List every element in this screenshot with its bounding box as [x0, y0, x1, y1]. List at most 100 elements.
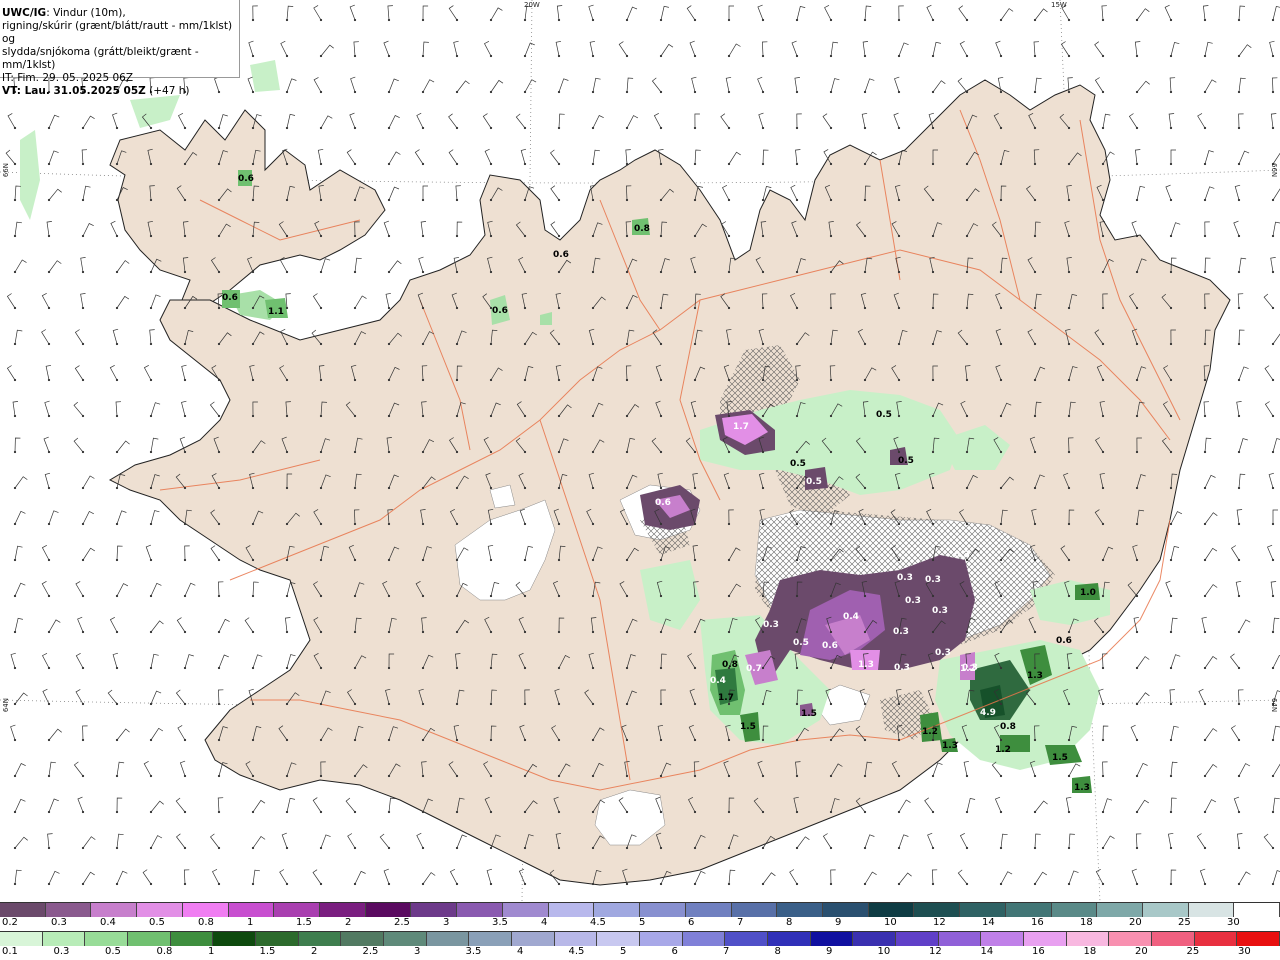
colorbar-label: 8 — [774, 946, 781, 957]
wind-barb-station — [591, 234, 595, 238]
wind-barb-station — [387, 234, 391, 238]
wind-barb-station — [149, 846, 153, 850]
wind-barb-station — [591, 630, 595, 634]
wind-barb-station — [455, 414, 459, 418]
wind-barb-station — [1203, 198, 1207, 202]
wind-barb-station — [319, 90, 323, 94]
colorbar-swatch — [810, 932, 854, 946]
wind-barb-station — [829, 738, 833, 742]
wind-barb-station — [353, 486, 357, 490]
wind-barb-station — [965, 342, 969, 346]
wind-barb-station — [1237, 270, 1241, 274]
wind-barb-station — [1067, 306, 1071, 310]
wind-barb-station — [115, 522, 119, 526]
wind-barb-station — [115, 414, 119, 418]
precip-value-label: 1.2 — [922, 727, 938, 737]
wind-barb-station — [659, 810, 663, 814]
wind-barb-station — [285, 846, 289, 850]
colorbar-label: 25 — [1186, 946, 1200, 957]
wind-barb-station — [183, 594, 187, 598]
wind-barb-station — [1033, 198, 1037, 202]
wind-barb-station — [795, 342, 799, 346]
wind-barb-station — [625, 18, 629, 22]
wind-barb-station — [1237, 162, 1241, 166]
wind-barb-station — [897, 162, 901, 166]
wind-barb-station — [285, 198, 289, 202]
wind-barb-station — [421, 558, 425, 562]
wind-barb-station — [693, 18, 697, 22]
wind-barb-station — [1271, 198, 1275, 202]
wind-barb-station — [829, 378, 833, 382]
wind-barb-station — [421, 738, 425, 742]
colorbar-label: 5 — [620, 946, 627, 957]
wind-barb-station — [421, 774, 425, 778]
wind-barb-station — [217, 306, 221, 310]
wind-barb-station — [931, 486, 935, 490]
wind-barb-station — [353, 18, 357, 22]
wind-barb-station — [319, 162, 323, 166]
wind-barb-station — [591, 414, 595, 418]
wind-barb-station — [659, 90, 663, 94]
colorbar-label: 4 — [541, 917, 548, 928]
wind-barb-station — [1135, 18, 1139, 22]
colorbar-swatch — [85, 932, 129, 946]
wind-barb-station — [387, 162, 391, 166]
wind-barb-station — [387, 630, 391, 634]
wind-barb-station — [353, 126, 357, 130]
wind-barb-station — [625, 306, 629, 310]
colorbar-swatch — [853, 932, 897, 946]
forecast-offset: (+47 h) — [149, 85, 190, 97]
colorbar-swatch — [1234, 903, 1280, 917]
wind-barb-station — [455, 198, 459, 202]
wind-barb-station — [625, 126, 629, 130]
wind-barb-station — [897, 270, 901, 274]
wind-barb-station — [319, 702, 323, 706]
wind-barb-station — [727, 162, 731, 166]
precip-value-label: 0.3 — [897, 573, 913, 583]
wind-barb-station — [693, 666, 697, 670]
wind-barb-station — [319, 54, 323, 58]
wind-barb-station — [13, 378, 17, 382]
wind-barb-station — [1067, 450, 1071, 454]
colorbar-swatch — [512, 932, 555, 946]
wind-barb-station — [1135, 702, 1139, 706]
wind-barb-station — [489, 162, 493, 166]
colorbar-swatch — [1152, 932, 1195, 946]
colorbar-swatch — [42, 932, 86, 946]
wind-barb-station — [761, 738, 765, 742]
wind-barb-station — [1169, 270, 1173, 274]
precip-value-label: 0.3 — [932, 606, 948, 616]
wind-barb-station — [999, 594, 1003, 598]
wind-barb-station — [1033, 270, 1037, 274]
wind-barb-station — [489, 846, 493, 850]
wind-barb-station — [557, 666, 561, 670]
colorbar-swatch — [682, 932, 726, 946]
wind-barb-station — [149, 378, 153, 382]
wind-barb-station — [863, 702, 867, 706]
wind-barb-station — [47, 198, 51, 202]
wind-barb-station — [1033, 882, 1037, 886]
wind-barb-station — [761, 18, 765, 22]
wind-barb-station — [863, 522, 867, 526]
wind-barb-station — [251, 234, 255, 238]
wind-barb-station — [761, 666, 765, 670]
wind-barb-station — [1101, 486, 1105, 490]
wind-barb-station — [693, 846, 697, 850]
wind-barb-station — [523, 90, 527, 94]
wind-barb-station — [149, 414, 153, 418]
wind-barb-station — [863, 342, 867, 346]
wind-barb-station — [795, 414, 799, 418]
wind-barb-station — [829, 846, 833, 850]
wind-barb-station — [1271, 342, 1275, 346]
wind-barb-station — [591, 198, 595, 202]
wind-barb-station — [999, 522, 1003, 526]
wind-barb-station — [523, 846, 527, 850]
wind-barb-station — [727, 306, 731, 310]
wind-barb-station — [829, 54, 833, 58]
wind-barb-station — [353, 90, 357, 94]
wind-barb-station — [659, 162, 663, 166]
wind-barb-station — [557, 450, 561, 454]
wind-barb-station — [625, 666, 629, 670]
wind-barb-station — [149, 486, 153, 490]
wind-barb-station — [115, 126, 119, 130]
